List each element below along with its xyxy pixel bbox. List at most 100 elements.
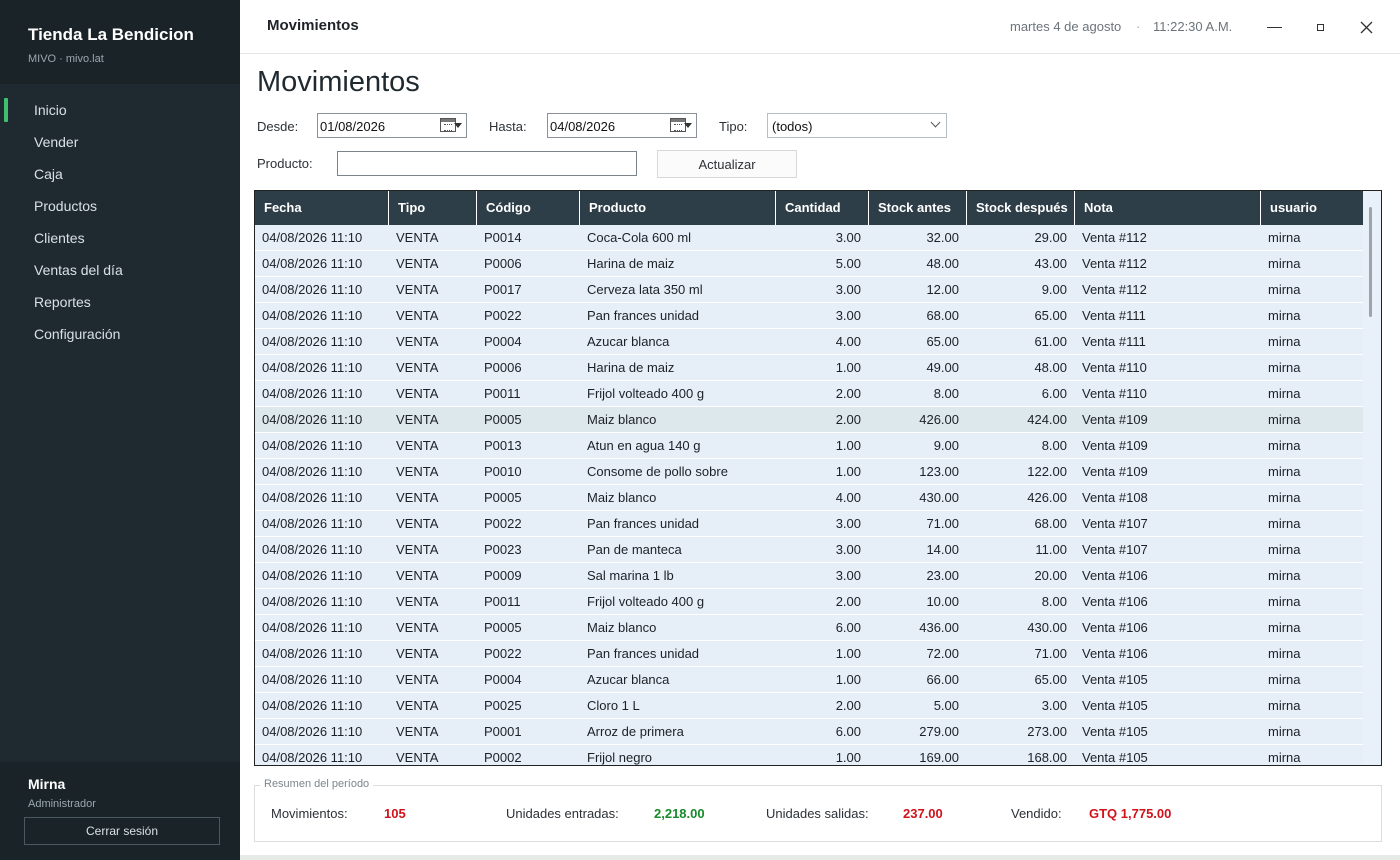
cell-codigo: P0014 [484,230,522,245]
table-row[interactable]: 04/08/2026 11:10 VENTA P0022 Pan frances un… [255,303,1363,329]
cell-cantidad: 2.00 [835,386,861,401]
table-row[interactable]: 04/08/2026 11:10 VENTA P0005 Maiz blanco 6.0… [255,615,1363,641]
cell-codigo: P0017 [484,282,522,297]
cell-stock-despues: 273.00 [1027,724,1067,739]
caret-down-icon[interactable] [454,123,462,128]
column-header-stock-antes[interactable]: Stock antes [869,191,967,225]
minimize-icon [1266,26,1282,28]
update-button[interactable]: Actualizar [657,150,797,178]
column-header-fecha[interactable]: Fecha [255,191,389,225]
cell-tipo: VENTA [396,412,439,427]
close-button[interactable] [1352,13,1380,41]
user-panel: Mirna Administrador Cerrar sesión [0,762,240,860]
cell-tipo: VENTA [396,438,439,453]
entradas-value: 2,218.00 [654,806,705,821]
cell-stock-antes: 71.00 [926,516,959,531]
sidebar-item-caja[interactable]: Caja [0,158,240,190]
vertical-scrollbar[interactable] [1369,207,1372,317]
table-body: 04/08/2026 11:10 VENTA P0014 Coca-Cola 600 … [255,225,1363,765]
table-row[interactable]: 04/08/2026 11:10 VENTA P0001 Arroz de prime… [255,719,1363,745]
table-row[interactable]: 04/08/2026 11:10 VENTA P0009 Sal marina 1 l… [255,563,1363,589]
cell-cantidad: 1.00 [835,646,861,661]
cell-stock-antes: 32.00 [926,230,959,245]
table-row[interactable]: 04/08/2026 11:10 VENTA P0013 Atun en agua 1… [255,433,1363,459]
table-row[interactable]: 04/08/2026 11:10 VENTA P0025 Cloro 1 L 2.00 5… [255,693,1363,719]
caret-down-icon[interactable] [684,123,692,128]
cell-cantidad: 1.00 [835,672,861,687]
cell-cantidad: 1.00 [835,438,861,453]
table-row[interactable]: 04/08/2026 11:10 VENTA P0005 Maiz blanco 4.0… [255,485,1363,511]
cell-stock-antes: 14.00 [926,542,959,557]
column-header-usuario[interactable]: usuario [1261,191,1363,225]
cell-tipo: VENTA [396,230,439,245]
column-header-stock-despues[interactable]: Stock después [967,191,1075,225]
cell-producto: Maiz blanco [587,412,657,427]
table-header: Fecha Tipo Código Producto Cantidad Stoc… [255,191,1363,225]
sidebar-item-reportes[interactable]: Reportes [0,286,240,318]
salidas-value: 237.00 [903,806,943,821]
table-row[interactable]: 04/08/2026 11:10 VENTA P0022 Pan frances un… [255,641,1363,667]
sidebar-item-clientes[interactable]: Clientes [0,222,240,254]
cell-producto: Atun en agua 140 g [587,438,701,453]
cell-stock-antes: 12.00 [926,282,959,297]
hasta-date-picker[interactable]: 04/08/2026 [547,113,697,138]
table-row[interactable]: 04/08/2026 11:10 VENTA P0010 Consome de pol… [255,459,1363,485]
cell-cantidad: 6.00 [835,724,861,739]
cell-nota: Venta #111 [1082,334,1146,349]
cell-stock-antes: 23.00 [926,568,959,583]
table-row[interactable]: 04/08/2026 11:10 VENTA P0004 Azucar blanca 4… [255,329,1363,355]
desde-date-picker[interactable]: 01/08/2026 [317,113,467,138]
cell-stock-despues: 65.00 [1034,672,1067,687]
table-row[interactable]: 04/08/2026 11:10 VENTA P0006 Harina de maiz… [255,355,1363,381]
column-header-nota[interactable]: Nota [1075,191,1261,225]
header-title: Movimientos [267,17,359,34]
cell-codigo: P0006 [484,360,522,375]
maximize-button[interactable] [1306,13,1334,41]
cell-tipo: VENTA [396,386,439,401]
cell-nota: Venta #109 [1082,438,1148,453]
cell-cantidad: 2.00 [835,594,861,609]
cell-fecha: 04/08/2026 11:10 [262,360,363,375]
cell-usuario: mirna [1268,464,1301,479]
table-row[interactable]: 04/08/2026 11:10 VENTA P0014 Coca-Cola 600 … [255,225,1363,251]
cell-stock-antes: 8.00 [933,386,959,401]
table-row[interactable]: 04/08/2026 11:10 VENTA P0022 Pan frances un… [255,511,1363,537]
cell-tipo: VENTA [396,542,439,557]
cell-usuario: mirna [1268,256,1301,271]
cell-cantidad: 4.00 [835,490,861,505]
producto-search-input[interactable] [337,151,637,176]
cell-codigo: P0006 [484,256,522,271]
table-row[interactable]: 04/08/2026 11:10 VENTA P0002 Frijol negro 1.… [255,745,1363,765]
sidebar-item-configuracion[interactable]: Configuración [0,318,240,350]
tipo-select[interactable]: (todos) [767,113,947,138]
cell-stock-despues: 68.00 [1034,516,1067,531]
sidebar-item-vender[interactable]: Vender [0,126,240,158]
cell-nota: Venta #105 [1082,698,1148,713]
column-header-tipo[interactable]: Tipo [389,191,477,225]
logout-button[interactable]: Cerrar sesión [24,817,220,845]
table-row[interactable]: 04/08/2026 11:10 VENTA P0017 Cerveza lata 3… [255,277,1363,303]
table-row[interactable]: 04/08/2026 11:10 VENTA P0011 Frijol voltead… [255,589,1363,615]
minimize-button[interactable] [1260,13,1288,41]
cell-producto: Pan de manteca [587,542,682,557]
column-header-producto[interactable]: Producto [580,191,776,225]
movements-table: Fecha Tipo Código Producto Cantidad Stoc… [254,190,1382,766]
sidebar-item-productos[interactable]: Productos [0,190,240,222]
cell-cantidad: 5.00 [835,256,861,271]
sidebar-item-ventas-del-dia[interactable]: Ventas del día [0,254,240,286]
cell-stock-despues: 8.00 [1041,438,1067,453]
header-date: martes 4 de agosto [1010,19,1122,34]
table-row[interactable]: 04/08/2026 11:10 VENTA P0005 Maiz blanco 2.0… [255,407,1363,433]
cell-codigo: P0010 [484,464,522,479]
table-row[interactable]: 04/08/2026 11:10 VENTA P0011 Frijol voltead… [255,381,1363,407]
cell-stock-despues: 11.00 [1035,542,1067,557]
table-row[interactable]: 04/08/2026 11:10 VENTA P0004 Azucar blanca 1… [255,667,1363,693]
cell-stock-antes: 279.00 [919,724,959,739]
table-row[interactable]: 04/08/2026 11:10 VENTA P0023 Pan de manteca… [255,537,1363,563]
cell-stock-despues: 65.00 [1034,308,1067,323]
column-header-cantidad[interactable]: Cantidad [776,191,869,225]
sidebar-item-inicio[interactable]: Inicio [0,94,240,126]
column-header-codigo[interactable]: Código [477,191,580,225]
cell-stock-antes: 66.00 [926,672,959,687]
table-row[interactable]: 04/08/2026 11:10 VENTA P0006 Harina de maiz… [255,251,1363,277]
